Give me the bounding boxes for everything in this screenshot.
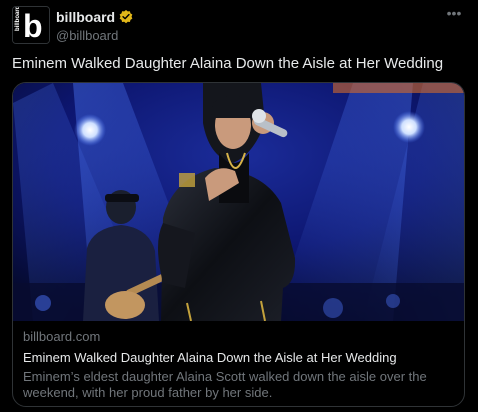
card-meta: billboard.com Eminem Walked Daughter Ala… [23, 329, 454, 401]
display-name[interactable]: billboard [56, 9, 115, 25]
post-header: billboard @billboard [56, 8, 134, 43]
more-options-icon[interactable]: ••• [444, 6, 464, 20]
link-card[interactable]: billboard.com Eminem Walked Daughter Ala… [12, 82, 465, 407]
avatar-letter: b [23, 8, 43, 43]
verified-badge-icon [118, 9, 134, 25]
card-domain: billboard.com [23, 329, 101, 344]
avatar-side-text: billboard [15, 7, 21, 31]
concert-photo-image [13, 83, 464, 321]
card-image[interactable] [13, 83, 464, 321]
name-row: billboard [56, 8, 134, 26]
handle[interactable]: @billboard [56, 28, 134, 43]
card-description: Eminem’s eldest daughter Alaina Scott wa… [23, 369, 427, 400]
avatar[interactable]: billboard b [12, 6, 50, 44]
tweet-text: Eminem Walked Daughter Alaina Down the A… [12, 55, 444, 72]
card-title[interactable]: Eminem Walked Daughter Alaina Down the A… [23, 349, 454, 366]
tweet-post[interactable]: billboard b billboard @billboard ••• Emi… [0, 0, 478, 412]
